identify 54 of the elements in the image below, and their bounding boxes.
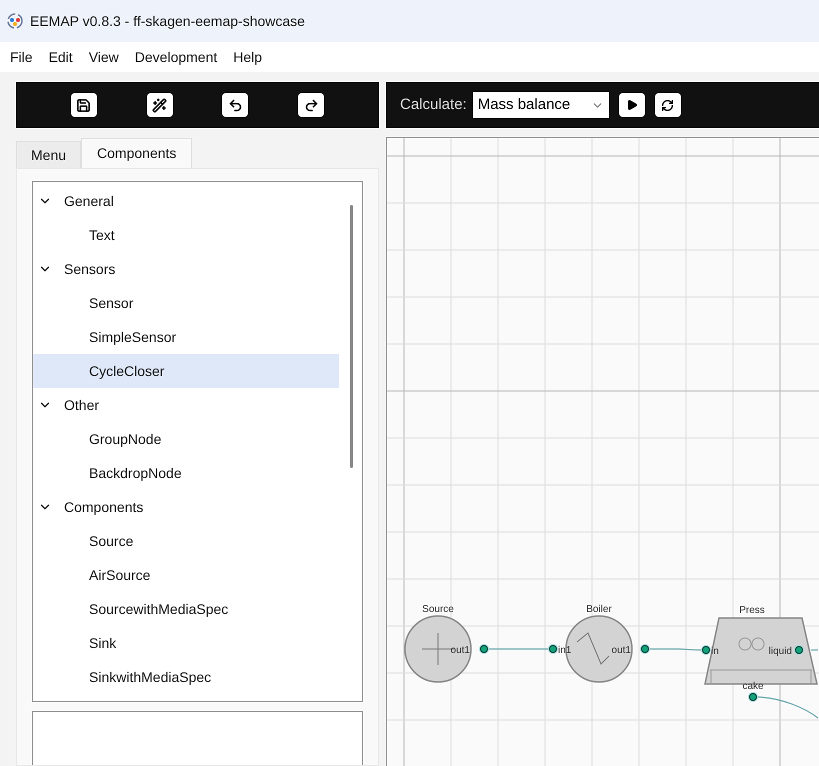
play-icon bbox=[626, 99, 638, 111]
refresh-button[interactable] bbox=[654, 93, 681, 117]
menu-item[interactable]: File bbox=[10, 46, 33, 68]
port-label: out1 bbox=[612, 645, 631, 656]
scrollbar-thumb[interactable] bbox=[350, 205, 353, 468]
tree-item[interactable]: SourcewithMediaSpec bbox=[33, 592, 339, 626]
tree-item[interactable]: Components bbox=[33, 490, 339, 524]
undo-button[interactable] bbox=[222, 93, 248, 117]
app-logo-icon bbox=[6, 12, 24, 30]
tree-item[interactable]: SimpleSensor bbox=[33, 320, 339, 354]
wand-icon bbox=[152, 98, 168, 112]
node-title: Press bbox=[739, 605, 765, 616]
tree-item[interactable]: General bbox=[33, 184, 339, 218]
port-label: out1 bbox=[450, 645, 470, 656]
save-icon bbox=[76, 98, 92, 112]
tree-item[interactable]: Text bbox=[33, 218, 339, 252]
menu-item[interactable]: Development bbox=[134, 46, 218, 68]
redo-icon bbox=[304, 98, 319, 112]
calculate-label: Calculate: bbox=[400, 94, 467, 115]
wand-button[interactable] bbox=[146, 93, 173, 117]
port-dot[interactable] bbox=[748, 692, 758, 702]
panel-tab[interactable]: Components bbox=[81, 138, 192, 168]
window-title: EEMAP v0.8.3 - ff-skagen-eemap-showcase bbox=[30, 12, 305, 31]
node-title: Boiler bbox=[586, 604, 612, 615]
tree-item[interactable]: AirSource bbox=[33, 558, 339, 592]
port-dot[interactable] bbox=[640, 644, 650, 654]
tree-item[interactable]: Other bbox=[33, 388, 339, 422]
tree-item[interactable]: SinkwithMediaSpec bbox=[33, 660, 339, 694]
menu-item[interactable]: Edit bbox=[48, 46, 73, 68]
refresh-icon bbox=[661, 98, 674, 112]
menu-item[interactable]: View bbox=[88, 46, 119, 68]
tree-item[interactable]: BackdropNode bbox=[33, 456, 339, 490]
tree-item[interactable]: Sensor bbox=[33, 286, 339, 320]
tree-item[interactable]: Sink bbox=[33, 626, 339, 660]
calculation-dropdown[interactable]: Mass balance bbox=[472, 92, 609, 118]
save-button[interactable] bbox=[70, 93, 97, 117]
port-label: liquid bbox=[768, 646, 792, 657]
redo-button[interactable] bbox=[298, 93, 324, 117]
port-label: cake bbox=[742, 681, 764, 692]
node-title: Source bbox=[422, 604, 454, 615]
menu-item[interactable]: Help bbox=[233, 46, 262, 68]
tree-item[interactable]: Source bbox=[33, 524, 339, 558]
tree-item[interactable]: CycleCloser bbox=[33, 354, 339, 388]
tree-item[interactable]: Sensors bbox=[33, 252, 339, 286]
port-dot[interactable] bbox=[548, 644, 558, 654]
port-dot[interactable] bbox=[701, 645, 711, 655]
run-button[interactable] bbox=[618, 93, 645, 117]
port-dot[interactable] bbox=[479, 644, 489, 654]
panel-tab[interactable]: Menu bbox=[16, 141, 82, 168]
tree-item[interactable]: GroupNode bbox=[33, 422, 339, 456]
source-node[interactable] bbox=[404, 615, 472, 683]
port-dot[interactable] bbox=[794, 645, 804, 655]
undo-icon bbox=[228, 98, 243, 112]
port-label: in bbox=[711, 646, 719, 657]
